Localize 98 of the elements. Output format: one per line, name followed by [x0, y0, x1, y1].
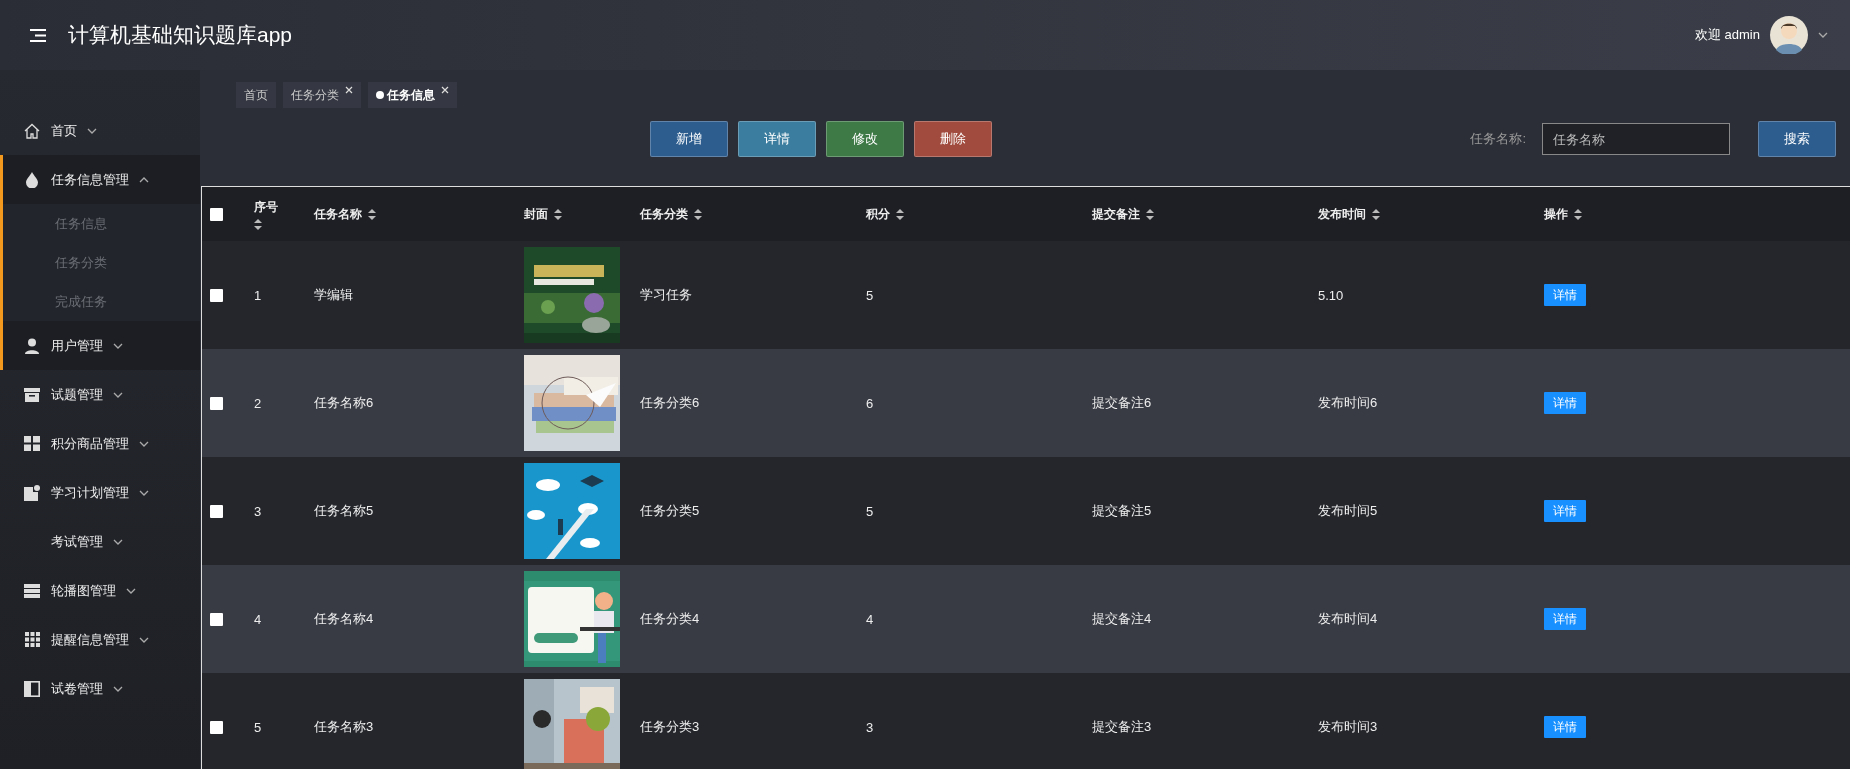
- chevron-down-icon: [139, 489, 149, 496]
- home-icon: [24, 122, 40, 139]
- chevron-up-icon: [139, 176, 149, 183]
- checkbox[interactable]: [210, 396, 223, 410]
- table-cell-text: 任务名称6: [314, 394, 375, 412]
- sort-icon[interactable]: [1574, 208, 1582, 220]
- table-cell-text: 4: [866, 611, 875, 627]
- table-cell-text: 提交备注5: [1092, 502, 1153, 520]
- column-header[interactable]: 提交备注: [1092, 205, 1140, 223]
- checkbox[interactable]: [210, 504, 223, 518]
- table-cell-text: 学习任务: [640, 286, 693, 304]
- chevron-down-icon: [113, 538, 123, 545]
- list-icon: [24, 583, 40, 598]
- table-cell-text: 4: [253, 611, 263, 627]
- app-title: 计算机基础知识题库app: [68, 22, 293, 48]
- table-cell-text: 任务名称5: [314, 502, 375, 520]
- sidebar-item[interactable]: 积分商品管理: [0, 419, 200, 468]
- breadcrumb-tab[interactable]: 首页: [236, 82, 276, 108]
- table-cell-text: 1: [253, 287, 263, 303]
- dot-icon: [376, 91, 384, 99]
- chevron-down-icon: [126, 587, 136, 594]
- sidebar-item[interactable]: 学习计划管理: [0, 468, 200, 517]
- table-cell-text: 学编辑: [314, 286, 354, 304]
- table-cell-text: 5: [253, 719, 263, 735]
- welcome-text: 欢迎 admin: [1694, 26, 1760, 44]
- search-button[interactable]: 搜索: [1758, 121, 1836, 157]
- column-header[interactable]: 操作: [1544, 205, 1568, 223]
- table-cell-text: 提交备注6: [1092, 394, 1153, 412]
- checkbox[interactable]: [210, 207, 223, 221]
- table-cell-text: 5: [866, 287, 875, 303]
- chevron-down-icon: [113, 342, 123, 349]
- table-cell-text: 提交备注4: [1092, 610, 1153, 628]
- column-header[interactable]: 序号: [254, 198, 278, 216]
- column-header[interactable]: 封面: [524, 205, 548, 223]
- sort-icon[interactable]: [554, 208, 562, 220]
- table-cell-text: 发布时间6: [1318, 394, 1379, 412]
- breadcrumb-tab[interactable]: 任务分类: [283, 82, 361, 108]
- table-cell-text: 任务分类6: [640, 394, 701, 412]
- sort-icon[interactable]: [896, 208, 904, 220]
- sort-icon[interactable]: [254, 218, 262, 230]
- sidebar-item[interactable]: 试卷管理: [0, 664, 200, 713]
- column-header[interactable]: 积分: [866, 205, 890, 223]
- sort-icon[interactable]: [694, 208, 702, 220]
- table-cell-text: 3: [253, 503, 263, 519]
- archive-icon: [24, 387, 40, 402]
- column-header[interactable]: 发布时间: [1318, 205, 1366, 223]
- column-header[interactable]: 任务分类: [640, 205, 688, 223]
- chevron-down-icon: [139, 636, 149, 643]
- table-cell-text: 任务分类3: [640, 718, 701, 736]
- close-icon[interactable]: [441, 86, 449, 94]
- user-icon: [25, 337, 39, 354]
- table-cell-text: 发布时间3: [1318, 718, 1379, 736]
- table-cell-text: 6: [866, 395, 875, 411]
- add-button[interactable]: 新增: [650, 121, 728, 157]
- menu-icon[interactable]: [30, 28, 46, 42]
- chevron-down-icon: [113, 391, 123, 398]
- sidebar-item[interactable]: 轮播图管理: [0, 566, 200, 615]
- table-cell-text: 5.10: [1318, 287, 1345, 303]
- edit-button[interactable]: 修改: [826, 121, 904, 157]
- table-cell-text: 5: [866, 503, 875, 519]
- sort-icon[interactable]: [1146, 208, 1154, 220]
- sort-icon[interactable]: [1372, 208, 1380, 220]
- sidebar-item[interactable]: 首页: [0, 106, 200, 155]
- grid-icon: [24, 632, 40, 647]
- table-cell-text: 提交备注3: [1092, 718, 1153, 736]
- sidebar-item[interactable]: 考试管理: [0, 517, 200, 566]
- sidebar-item[interactable]: 提醒信息管理: [0, 615, 200, 664]
- detail-button[interactable]: 详情: [738, 121, 816, 157]
- checkbox[interactable]: [210, 720, 223, 734]
- note-icon: [24, 484, 40, 501]
- chevron-down-icon: [113, 685, 123, 692]
- grid-icon: [24, 436, 40, 451]
- close-icon[interactable]: [345, 86, 353, 94]
- sort-icon[interactable]: [368, 208, 376, 220]
- table-cell-text: 3: [866, 719, 875, 735]
- checkbox[interactable]: [210, 612, 223, 626]
- sidebar-item[interactable]: 用户管理: [0, 321, 200, 370]
- table-cell-text: 发布时间5: [1318, 502, 1379, 520]
- drop-icon: [25, 171, 39, 188]
- search-label: 任务名称:: [1470, 130, 1526, 148]
- table-cell-text: 任务名称4: [314, 610, 375, 628]
- delete-button[interactable]: 删除: [914, 121, 992, 157]
- search-field[interactable]: 任务名称: [1542, 123, 1730, 155]
- breadcrumb-tab[interactable]: 任务信息: [368, 82, 457, 108]
- checkbox[interactable]: [210, 288, 223, 302]
- table-cell-text: 任务分类5: [640, 502, 701, 520]
- table-cell-text: 任务分类4: [640, 610, 701, 628]
- chevron-down-icon: [1818, 32, 1828, 38]
- chevron-down-icon: [139, 440, 149, 447]
- avatar-icon[interactable]: [1770, 16, 1808, 54]
- table-cell-text: 发布时间4: [1318, 610, 1379, 628]
- table-cell-text: 任务名称3: [314, 718, 375, 736]
- column-header[interactable]: 任务名称: [314, 205, 362, 223]
- table-cell-text: 2: [253, 395, 263, 411]
- sidebar-item[interactable]: 任务信息管理: [0, 155, 200, 204]
- chevron-down-icon: [87, 127, 97, 134]
- sidebar-item[interactable]: 试题管理: [0, 370, 200, 419]
- panel-icon: [24, 680, 40, 697]
